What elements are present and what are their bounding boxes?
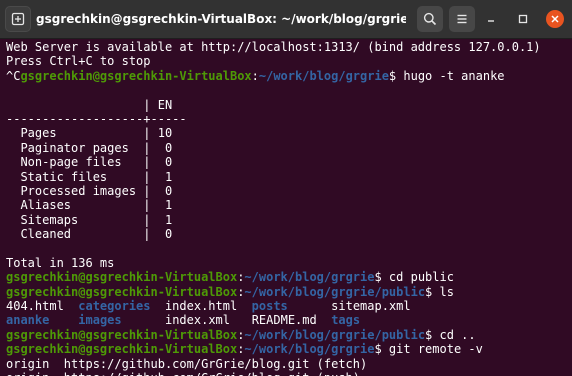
ls-file: sitemap.xml bbox=[331, 299, 411, 314]
window-title: gsgrechkin@gsgrechkin-VirtualBox: ~/work… bbox=[36, 12, 406, 26]
ls-file: 404.html bbox=[6, 299, 64, 314]
terminal-window: gsgrechkin@gsgrechkin-VirtualBox: ~/work… bbox=[0, 0, 572, 376]
ls-directory: tags bbox=[331, 313, 361, 328]
output-text: Pages | 10 bbox=[6, 126, 173, 141]
output-line: Total in 136 ms bbox=[6, 256, 572, 270]
prompt-user-host: gsgrechkin@gsgrechkin-VirtualBox bbox=[6, 342, 238, 357]
prompt-path: ~/work/blog/grgrie bbox=[258, 68, 389, 83]
prompt-user-host: gsgrechkin@gsgrechkin-VirtualBox bbox=[20, 68, 252, 83]
output-text: -------------------+----- bbox=[6, 111, 187, 126]
ls-directory: ananke bbox=[6, 313, 50, 328]
output-line: Static files | 1 bbox=[6, 170, 572, 184]
ctrl-c-marker: ^C bbox=[6, 68, 21, 83]
close-button[interactable] bbox=[546, 10, 564, 28]
prompt-separator: : bbox=[251, 68, 259, 83]
search-icon bbox=[423, 12, 437, 26]
maximize-icon bbox=[518, 14, 528, 24]
prompt-user-host: gsgrechkin@gsgrechkin-VirtualBox bbox=[6, 327, 238, 342]
command-text: cd public bbox=[381, 270, 454, 285]
prompt-user-host: gsgrechkin@gsgrechkin-VirtualBox bbox=[6, 284, 238, 299]
search-button[interactable] bbox=[417, 6, 443, 32]
prompt-path: ~/work/blog/grgrie bbox=[244, 342, 375, 357]
output-line: Processed images | 0 bbox=[6, 184, 572, 198]
ls-directory: images bbox=[78, 313, 122, 328]
ls-spacer bbox=[288, 299, 331, 313]
prompt-line: gsgrechkin@gsgrechkin-VirtualBox:~/work/… bbox=[6, 328, 572, 342]
prompt-path: ~/work/blog/grgrie/public bbox=[244, 284, 426, 299]
output-line: Pages | 10 bbox=[6, 126, 572, 140]
ls-file: README.md bbox=[251, 313, 317, 328]
new-tab-button[interactable] bbox=[5, 6, 31, 32]
output-text: Aliases | 1 bbox=[6, 198, 173, 213]
prompt-path: ~/work/blog/grgrie/public bbox=[244, 327, 426, 342]
output-line: -------------------+----- bbox=[6, 112, 572, 126]
ls-spacer bbox=[64, 299, 78, 313]
command-text: ls bbox=[432, 284, 454, 299]
output-text: Non-page files | 0 bbox=[6, 155, 173, 170]
ls-spacer bbox=[317, 313, 331, 327]
prompt-line: gsgrechkin@gsgrechkin-VirtualBox:~/work/… bbox=[6, 342, 572, 356]
output-text: Paginator pages | 0 bbox=[6, 140, 173, 155]
output-text: origin https://github.com/GrGrie/blog.gi… bbox=[6, 371, 360, 376]
ls-spacer bbox=[122, 313, 165, 327]
command-text: git remote -v bbox=[381, 342, 483, 357]
output-line: Press Ctrl+C to stop bbox=[6, 54, 572, 68]
output-text: Press Ctrl+C to stop bbox=[6, 54, 151, 69]
ls-spacer bbox=[49, 313, 78, 327]
ls-directory: categories bbox=[78, 299, 151, 314]
prompt-line: gsgrechkin@gsgrechkin-VirtualBox:~/work/… bbox=[6, 285, 572, 299]
ls-directory: posts bbox=[251, 299, 288, 314]
output-line: origin https://github.com/GrGrie/blog.gi… bbox=[6, 371, 572, 376]
prompt-user-host: gsgrechkin@gsgrechkin-VirtualBox bbox=[6, 270, 238, 285]
output-line: Paginator pages | 0 bbox=[6, 141, 572, 155]
prompt-dollar: $ bbox=[374, 342, 382, 357]
command-text: cd .. bbox=[432, 327, 476, 342]
minimize-button[interactable] bbox=[482, 10, 500, 28]
prompt-dollar: $ bbox=[374, 270, 382, 285]
output-text: Total in 136 ms bbox=[6, 255, 115, 270]
minimize-icon bbox=[488, 20, 494, 22]
hamburger-menu-icon bbox=[457, 14, 467, 24]
ls-file: index.xml bbox=[164, 313, 231, 328]
close-icon bbox=[551, 15, 559, 23]
output-text: Sitemaps | 1 bbox=[6, 212, 173, 227]
ls-output-row: 404.html categories index.html posts sit… bbox=[6, 299, 572, 313]
ls-output-row: ananke images index.xml README.md tags bbox=[6, 313, 572, 327]
ls-spacer bbox=[237, 299, 251, 313]
output-line: | EN bbox=[6, 98, 572, 112]
output-text: origin https://github.com/GrGrie/blog.gi… bbox=[6, 356, 368, 371]
output-text: Web Server is available at http://localh… bbox=[6, 40, 541, 54]
output-text: | EN bbox=[6, 97, 173, 112]
output-line: Web Server is available at http://localh… bbox=[6, 40, 572, 54]
menu-button[interactable] bbox=[449, 6, 475, 32]
ls-spacer bbox=[230, 313, 252, 327]
output-line: Aliases | 1 bbox=[6, 198, 572, 212]
prompt-line: gsgrechkin@gsgrechkin-VirtualBox:~/work/… bbox=[6, 270, 572, 284]
prompt-path: ~/work/blog/grgrie bbox=[244, 270, 375, 285]
output-text: Processed images | 0 bbox=[6, 183, 173, 198]
command-text: hugo -t ananke bbox=[396, 68, 505, 83]
output-line: origin https://github.com/GrGrie/blog.gi… bbox=[6, 357, 572, 371]
title-bar[interactable]: gsgrechkin@gsgrechkin-VirtualBox: ~/work… bbox=[0, 0, 572, 39]
output-text: Cleaned | 0 bbox=[6, 227, 173, 242]
output-text: Static files | 1 bbox=[6, 169, 173, 184]
ls-spacer bbox=[151, 299, 165, 313]
maximize-button[interactable] bbox=[514, 10, 532, 28]
output-line: Cleaned | 0 bbox=[6, 227, 572, 241]
output-line: Sitemaps | 1 bbox=[6, 213, 572, 227]
ls-file: index.html bbox=[164, 299, 238, 314]
terminal-output[interactable]: Web Server is available at http://localh… bbox=[0, 39, 572, 376]
prompt-line: ^Cgsgrechkin@gsgrechkin-VirtualBox:~/wor… bbox=[6, 69, 572, 83]
new-tab-icon bbox=[11, 12, 25, 26]
output-line: Non-page files | 0 bbox=[6, 155, 572, 169]
